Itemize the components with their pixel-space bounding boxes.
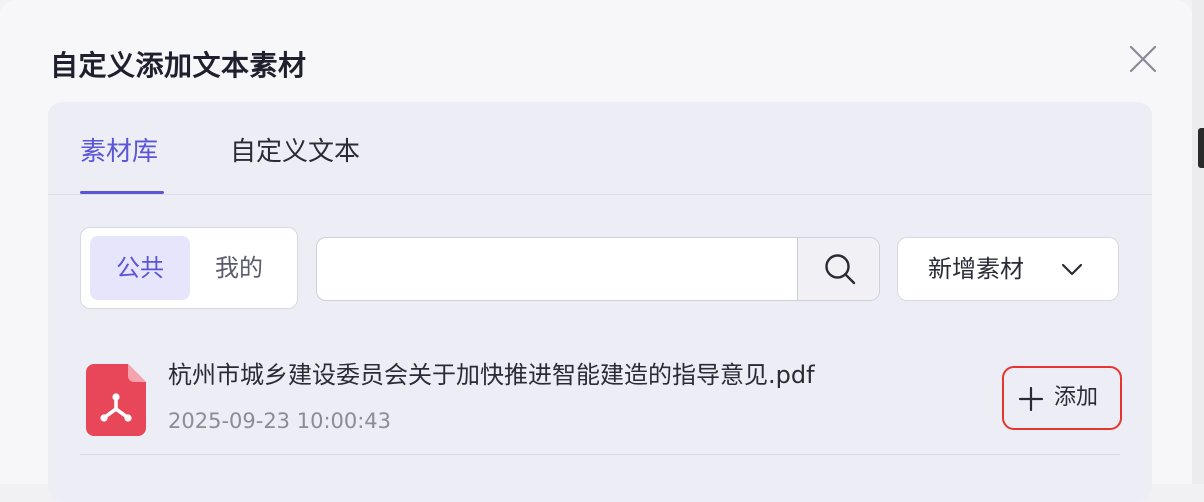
plus-icon [1018, 386, 1044, 412]
dialog-title: 自定义添加文本素材 [50, 49, 307, 82]
list-item: 杭州市城乡建设委员会关于加快推进智能建造的指导意见.pdf 2025-09-23… [80, 342, 1122, 455]
search-icon [825, 254, 856, 285]
scope-option-mine[interactable]: 我的 [189, 236, 289, 300]
pdf-icon [86, 364, 146, 436]
add-material-label: 新增素材 [928, 255, 1024, 283]
background-window-edge [1192, 0, 1204, 484]
add-button[interactable]: 添加 [1002, 366, 1122, 430]
search-input[interactable] [317, 238, 795, 300]
tab-material-library[interactable]: 素材库 [80, 132, 158, 172]
tab-bar: 素材库 自定义文本 [48, 102, 1152, 195]
file-name[interactable]: 杭州市城乡建设委员会关于加快推进智能建造的指导意见.pdf [168, 358, 815, 392]
search-box [316, 237, 880, 301]
close-icon[interactable] [1128, 44, 1158, 74]
chevron-down-icon [1061, 263, 1083, 276]
material-panel: 素材库 自定义文本 公共 我的 新增素材 杭州市城乡建设委员会关于加快推进智能建… [48, 102, 1152, 502]
file-timestamp: 2025-09-23 10:00:43 [168, 409, 392, 433]
active-tab-indicator [80, 191, 164, 194]
add-button-label: 添加 [1054, 385, 1099, 410]
scope-option-public[interactable]: 公共 [90, 236, 190, 300]
scope-segmented-control: 公共 我的 [80, 227, 298, 309]
dialog: 自定义添加文本素材 素材库 自定义文本 公共 我的 新增素材 杭州市城乡建设委员… [0, 0, 1192, 502]
search-button[interactable] [797, 238, 879, 300]
tab-custom-text[interactable]: 自定义文本 [230, 132, 360, 172]
add-material-dropdown[interactable]: 新增素材 [897, 237, 1119, 301]
